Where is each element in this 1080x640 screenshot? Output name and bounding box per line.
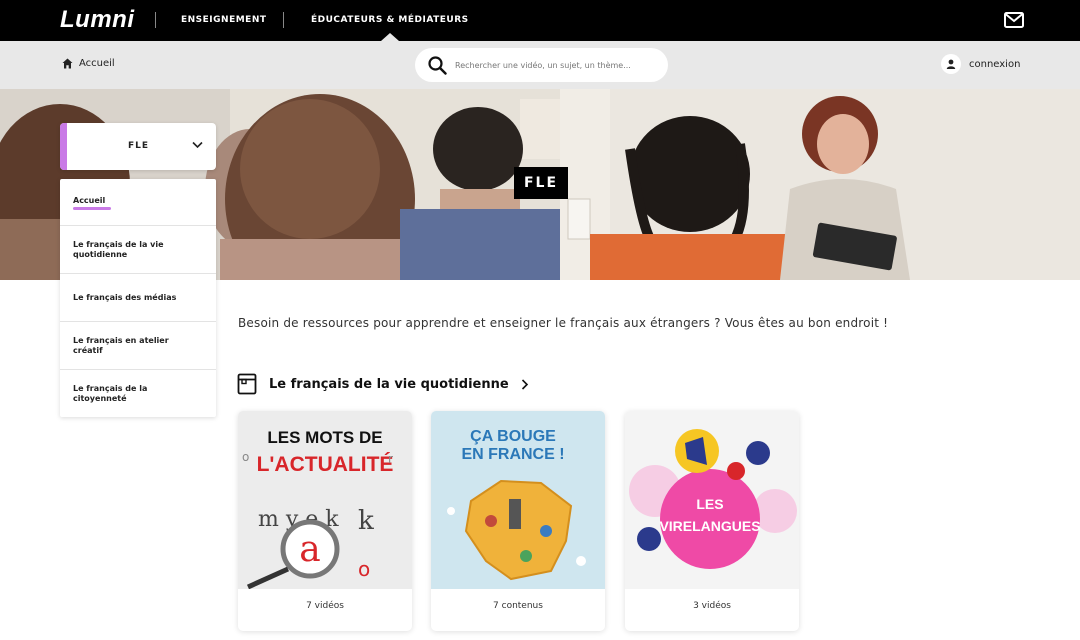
card-thumbnail: ÇA BOUGE EN FRANCE ! — [431, 411, 605, 589]
thumb-title-line: LES — [696, 496, 723, 512]
card-count: 7 vidéos — [306, 601, 344, 611]
search-input[interactable] — [455, 60, 655, 70]
section-title: Le français de la vie quotidienne — [269, 376, 509, 392]
side-menu-label: Le français en atelier créatif — [73, 336, 169, 355]
card-count: 3 vidéos — [693, 601, 731, 611]
side-menu-item-vie-quotidienne[interactable]: Le français de la vie quotidienne — [60, 226, 216, 274]
thumb-title-line: VIRELANGUES — [659, 518, 760, 534]
thumb-title-line: ÇA BOUGE — [470, 428, 556, 445]
hero-title: FLE — [514, 167, 568, 199]
mail-icon[interactable] — [1004, 12, 1024, 32]
lumni-logo[interactable]: Lumni — [60, 6, 135, 34]
card-thumbnail: LES VIRELANGUES — [625, 411, 799, 589]
side-menu-item-citoyennete[interactable]: Le français de la citoyenneté — [60, 370, 216, 417]
svg-text:k: k — [358, 506, 374, 536]
user-icon — [941, 54, 961, 74]
thumb-title-line: EN FRANCE ! — [461, 446, 564, 463]
side-menu-label: Accueil — [73, 196, 106, 205]
category-dropdown[interactable]: FLE — [60, 123, 216, 170]
svg-text:o: o — [358, 557, 370, 581]
home-icon — [62, 58, 73, 69]
side-menu-item-accueil[interactable]: Accueil — [60, 179, 216, 226]
active-underline — [73, 207, 111, 210]
intro-text: Besoin de ressources pour apprendre et e… — [238, 316, 889, 330]
card-count: 7 contenus — [493, 601, 543, 611]
dropdown-accent — [60, 123, 67, 170]
section-header[interactable]: Le français de la vie quotidienne — [237, 373, 529, 395]
top-bar: Lumni ENSEIGNEMENT ÉDUCATEURS & MÉDIATEU… — [0, 0, 1080, 41]
search-box[interactable] — [415, 48, 668, 82]
svg-text:a: a — [299, 529, 320, 570]
login-link[interactable]: connexion — [941, 54, 1020, 74]
nav-educateurs-mediateurs[interactable]: ÉDUCATEURS & MÉDIATEURS — [311, 15, 469, 41]
sub-bar: Accueil connexion — [0, 41, 1080, 89]
dropdown-selected: FLE — [128, 141, 150, 151]
chevron-right-icon — [521, 378, 528, 390]
login-label: connexion — [969, 58, 1021, 70]
search-icon[interactable] — [428, 55, 447, 75]
side-menu-label: Le français des médias — [73, 293, 177, 302]
content-card[interactable]: ÇA BOUGE EN FRANCE ! 7 contenus — [431, 411, 605, 631]
separator — [155, 12, 156, 28]
home-label: Accueil — [79, 58, 115, 69]
svg-text:r: r — [388, 452, 393, 466]
svg-text:o: o — [242, 450, 249, 464]
side-menu: Accueil Le français de la vie quotidienn… — [60, 179, 216, 417]
content-card[interactable]: LES VIRELANGUES 3 vidéos — [625, 411, 799, 631]
card-thumbnail: LES MOTS DE L'ACTUALITÉ m y e k k o r o … — [238, 411, 412, 589]
chevron-down-icon — [192, 141, 203, 149]
side-menu-item-medias[interactable]: Le français des médias — [60, 274, 216, 322]
nav-enseignement[interactable]: ENSEIGNEMENT — [181, 15, 267, 25]
separator — [283, 12, 284, 28]
content-card[interactable]: LES MOTS DE L'ACTUALITÉ m y e k k o r o … — [238, 411, 412, 631]
side-menu-item-atelier-creatif[interactable]: Le français en atelier créatif — [60, 322, 216, 370]
thumb-title-line: L'ACTUALITÉ — [257, 453, 394, 476]
side-menu-label: Le français de la citoyenneté — [73, 384, 148, 403]
side-menu-label: Le français de la vie quotidienne — [73, 240, 164, 259]
folder-icon — [237, 373, 257, 395]
thumb-title-line: LES MOTS DE — [267, 428, 382, 447]
home-link[interactable]: Accueil — [62, 58, 115, 69]
